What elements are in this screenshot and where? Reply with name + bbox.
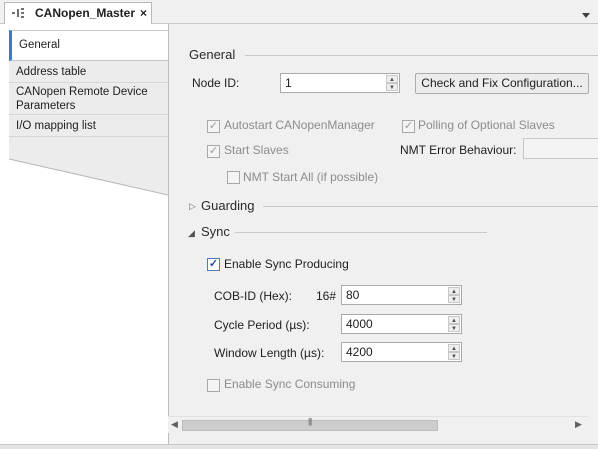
spin-up-icon[interactable]: ▲ (386, 75, 398, 83)
settings-scroll-area: General Node ID: 1 ▲ ▼ Check and Fix Con… (169, 24, 598, 416)
window-length-spinbox[interactable]: 4200 ▲ ▼ (341, 342, 462, 362)
polling-optional-slaves-checkbox[interactable]: ✓ (402, 120, 415, 133)
spin-down-icon[interactable]: ▼ (386, 83, 398, 91)
nav-item-io-mapping-list[interactable]: I/O mapping list (9, 115, 168, 137)
cob-id-prefix: 16# (316, 289, 337, 303)
start-slaves-label: Start Slaves (224, 143, 289, 157)
nmt-error-behaviour-dropdown[interactable] (523, 138, 598, 159)
enable-sync-consuming-label: Enable Sync Consuming (224, 377, 356, 391)
enable-sync-producing-label: Enable Sync Producing (224, 257, 349, 271)
nmt-error-behaviour-label: NMT Error Behaviour: (400, 143, 517, 157)
spin-down-icon[interactable]: ▼ (448, 352, 460, 360)
check-and-fix-configuration-button[interactable]: Check and Fix Configuration... (415, 73, 589, 94)
horizontal-scrollbar[interactable]: ◀ ||| ▶ (168, 416, 588, 433)
window-length-value: 4200 (346, 345, 373, 359)
spin-up-icon[interactable]: ▲ (448, 344, 460, 352)
settings-navigation: General Address table CANopen Remote Dev… (0, 24, 170, 449)
section-divider (235, 232, 487, 233)
expand-arrow-icon[interactable]: ▷ (189, 201, 196, 212)
section-divider (263, 206, 598, 207)
spin-down-icon[interactable]: ▼ (448, 295, 460, 303)
cycle-period-spinbox[interactable]: 4000 ▲ ▼ (341, 314, 462, 334)
nav-tab-folder-shape (9, 137, 168, 196)
scroll-left-icon[interactable]: ◀ (171, 419, 178, 430)
enable-sync-producing-checkbox[interactable]: ✓ (207, 258, 220, 271)
general-section-heading: General (189, 47, 236, 62)
nav-item-remote-device-parameters[interactable]: CANopen Remote Device Parameters (9, 83, 168, 115)
cob-id-value: 80 (346, 288, 360, 302)
section-divider (245, 55, 598, 56)
window-length-label: Window Length (µs): (214, 346, 325, 360)
polling-optional-slaves-label: Polling of Optional Slaves (418, 118, 555, 132)
spin-down-icon[interactable]: ▼ (448, 324, 460, 332)
scroll-right-icon[interactable]: ▶ (575, 419, 582, 430)
cob-id-spinbox[interactable]: 80 ▲ ▼ (341, 285, 462, 305)
sync-section-heading[interactable]: Sync (201, 224, 230, 239)
start-slaves-checkbox[interactable]: ✓ (207, 145, 220, 158)
collapse-arrow-icon[interactable]: ◢ (188, 228, 195, 239)
node-id-spinbox[interactable]: 1 ▲ ▼ (280, 73, 400, 93)
document-tab[interactable]: CANopen_Master × (4, 2, 152, 24)
document-tab-title: CANopen_Master (35, 6, 136, 20)
scrollbar-grip-icon: ||| (308, 417, 312, 426)
close-icon[interactable]: × (140, 6, 147, 20)
nmt-start-all-checkbox[interactable] (227, 171, 240, 184)
general-settings-panel: General Node ID: 1 ▲ ▼ Check and Fix Con… (168, 24, 598, 444)
spin-up-icon[interactable]: ▲ (448, 316, 460, 324)
device-tab-icon (11, 7, 25, 19)
autostart-canopenmanager-label: Autostart CANopenManager (224, 118, 375, 132)
guarding-section-heading[interactable]: Guarding (201, 198, 254, 213)
autostart-canopenmanager-checkbox[interactable]: ✓ (207, 120, 220, 133)
cycle-period-label: Cycle Period (µs): (214, 318, 310, 332)
cycle-period-value: 4000 (346, 317, 373, 331)
spin-up-icon[interactable]: ▲ (448, 287, 460, 295)
nav-item-address-table[interactable]: Address table (9, 61, 168, 83)
bottom-edge (0, 444, 598, 449)
nmt-start-all-label: NMT Start All (if possible) (243, 170, 379, 184)
cob-id-label: COB-ID (Hex): (214, 289, 292, 303)
tab-list-dropdown-icon[interactable] (582, 7, 590, 21)
enable-sync-consuming-checkbox[interactable] (207, 379, 220, 392)
node-id-label: Node ID: (192, 76, 240, 90)
nav-item-general[interactable]: General (9, 30, 168, 61)
document-tab-strip: CANopen_Master × (0, 0, 598, 24)
node-id-value: 1 (285, 76, 292, 90)
